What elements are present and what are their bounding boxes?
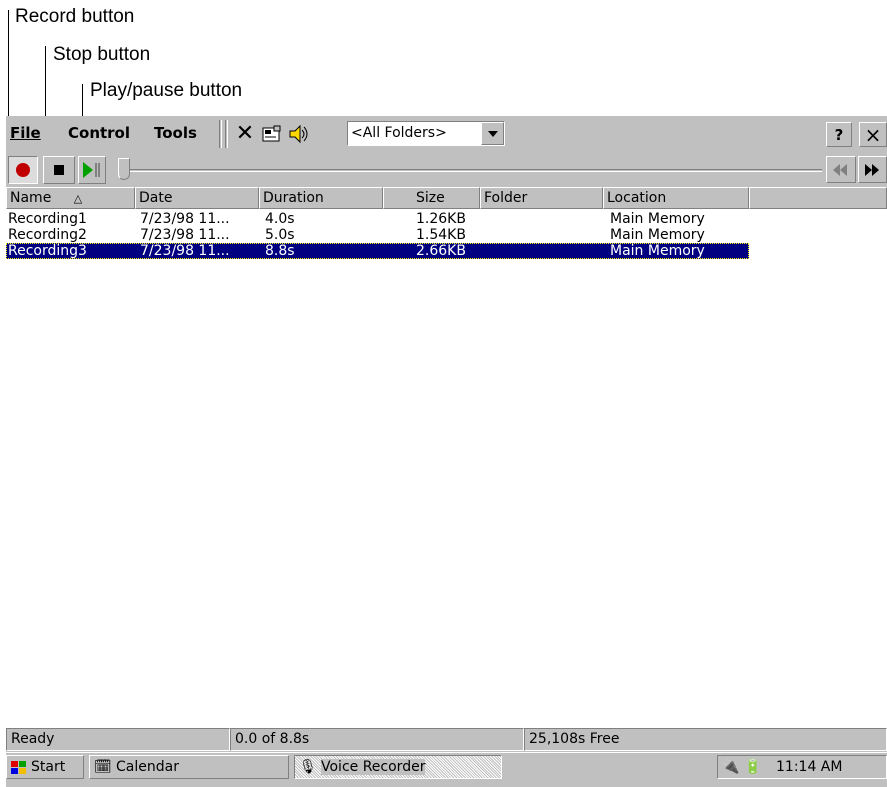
cell-location: Main Memory <box>610 243 705 259</box>
start-label: Start <box>31 759 66 775</box>
chevron-down-icon <box>487 130 498 137</box>
cell-date: 7/23/98 11... <box>140 243 230 259</box>
menu-tools[interactable]: Tools <box>154 124 197 142</box>
cell-location: Main Memory <box>610 227 705 243</box>
status-position: 0.0 of 8.8s <box>230 728 524 751</box>
start-button[interactable]: Start <box>6 755 84 779</box>
play-callout-line <box>82 84 83 116</box>
list-header: Name △ Date Duration Size Folder Locatio… <box>6 187 887 209</box>
cell-size: 1.26KB <box>416 211 466 227</box>
transport-bar <box>6 154 887 184</box>
cell-location: Main Memory <box>610 211 705 227</box>
delete-button[interactable]: ✕ <box>233 122 257 146</box>
column-header-date[interactable]: Date <box>135 187 259 209</box>
voice-recorder-icon: 🎙 <box>299 759 317 775</box>
play-pause-icon <box>83 162 100 178</box>
taskbar-voice-recorder[interactable]: 🎙 Voice Recorder <box>294 755 502 779</box>
menu-file[interactable]: File <box>10 124 41 142</box>
windows-logo-icon <box>11 761 26 774</box>
skip-forward-button[interactable] <box>858 156 887 183</box>
record-button[interactable] <box>8 156 38 184</box>
position-slider-track[interactable] <box>130 169 822 172</box>
network-icon[interactable]: 🔌 <box>722 756 739 778</box>
cell-size: 1.54KB <box>416 227 466 243</box>
clock[interactable]: 11:14 AM <box>776 759 842 775</box>
play-pause-button[interactable] <box>78 156 106 184</box>
taskbar: Start 🗓 Calendar 🎙 Voice Recorder 🔌 🔋 11… <box>6 752 887 787</box>
properties-icon <box>262 125 281 142</box>
folder-dropdown-button[interactable] <box>481 122 504 145</box>
cell-name: Recording1 <box>8 211 87 227</box>
rewind-icon <box>833 163 847 176</box>
toolbar-separator <box>225 120 228 148</box>
help-button[interactable]: ? <box>826 122 852 147</box>
battery-icon[interactable]: 🔋 <box>744 756 761 778</box>
taskbar-calendar-label: Calendar <box>116 759 179 775</box>
command-bar: File Control Tools ✕ <All Folders> ? × <box>6 116 887 152</box>
column-header-size[interactable]: Size <box>383 187 480 209</box>
table-row[interactable]: Recording2 7/23/98 11... 5.0s 1.54KB Main Me… <box>6 227 749 243</box>
table-row[interactable]: Recording1 7/23/98 11... 4.0s 1.26KB Main Me… <box>6 211 749 227</box>
cell-duration: 8.8s <box>265 243 295 259</box>
sort-ascending-icon: △ <box>73 192 83 205</box>
fast-forward-icon <box>864 163 879 176</box>
taskbar-voice-recorder-label: Voice Recorder <box>321 759 426 775</box>
record-icon <box>16 163 30 177</box>
volume-button[interactable] <box>287 122 311 146</box>
skip-back-button[interactable] <box>826 156 856 183</box>
cell-name: Recording2 <box>8 227 87 243</box>
cell-name: Recording3 <box>8 243 87 259</box>
properties-button[interactable] <box>260 122 284 146</box>
play-callout-label: Play/pause button <box>90 80 243 101</box>
calendar-icon: 🗓 <box>94 759 112 775</box>
folder-select[interactable]: <All Folders> <box>347 121 505 146</box>
status-free-space: 25,108s Free <box>524 728 887 751</box>
cell-date: 7/23/98 11... <box>140 227 230 243</box>
record-callout-label: Record button <box>15 6 135 27</box>
column-header-folder[interactable]: Folder <box>480 187 603 209</box>
help-icon: ? <box>834 125 844 144</box>
stop-callout-line <box>45 46 46 116</box>
stop-icon <box>54 165 64 175</box>
cell-date: 7/23/98 11... <box>140 211 230 227</box>
column-header-empty <box>749 187 887 209</box>
position-slider-thumb[interactable] <box>118 158 130 180</box>
table-row[interactable]: Recording3 7/23/98 11... 8.8s 2.66KB Main Me… <box>6 243 749 259</box>
recordings-list: Name △ Date Duration Size Folder Locatio… <box>6 187 887 728</box>
status-bar: Ready 0.0 of 8.8s 25,108s Free <box>6 728 887 751</box>
cell-duration: 5.0s <box>265 227 295 243</box>
column-header-location[interactable]: Location <box>603 187 749 209</box>
column-header-duration[interactable]: Duration <box>259 187 383 209</box>
speaker-icon <box>289 124 308 144</box>
status-state: Ready <box>6 728 230 751</box>
list-rows: Recording1 7/23/98 11... 4.0s 1.26KB Main Me… <box>6 211 749 271</box>
close-button[interactable]: × <box>859 122 887 147</box>
record-callout-line <box>8 10 9 116</box>
cell-size: 2.66KB <box>416 243 466 259</box>
folder-select-value: <All Folders> <box>351 125 447 141</box>
cell-duration: 4.0s <box>265 211 295 227</box>
taskbar-calendar[interactable]: 🗓 Calendar <box>89 755 289 779</box>
system-tray: 🔌 🔋 11:14 AM <box>717 755 887 779</box>
column-header-name[interactable]: Name △ <box>6 187 135 209</box>
voice-recorder-window: File Control Tools ✕ <All Folders> ? × N… <box>6 116 887 787</box>
close-icon: × <box>864 122 882 147</box>
menu-control[interactable]: Control <box>68 124 130 142</box>
toolbar-separator <box>219 120 222 148</box>
stop-callout-label: Stop button <box>53 44 151 65</box>
stop-button[interactable] <box>43 156 75 184</box>
delete-icon: ✕ <box>235 121 255 146</box>
